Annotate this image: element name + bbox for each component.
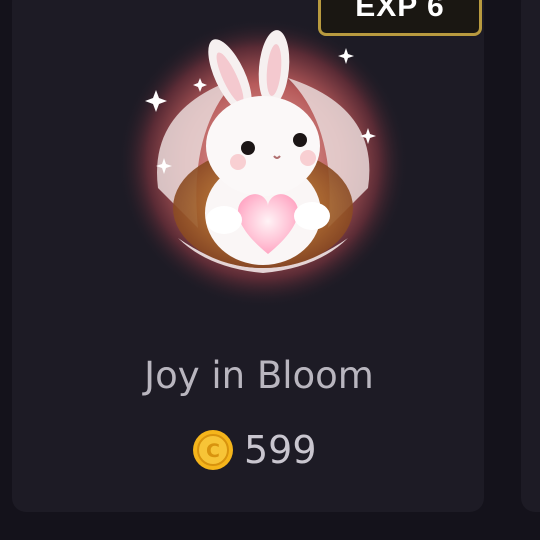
shop-screen: Joy in Bloom C 599 EXP 6 [0,0,540,540]
exp-badge: EXP 6 [318,0,482,36]
svg-text:C: C [206,440,220,462]
coin-icon: C [193,430,233,470]
next-item-card[interactable] [521,0,540,512]
exp-badge-label: EXP 6 [355,0,445,23]
bunny-artwork [118,18,408,308]
item-title: Joy in Bloom [144,354,374,397]
price-value: 599 [244,428,317,472]
price-row: C 599 [192,426,317,474]
shop-item-card[interactable]: Joy in Bloom C 599 [12,0,484,512]
